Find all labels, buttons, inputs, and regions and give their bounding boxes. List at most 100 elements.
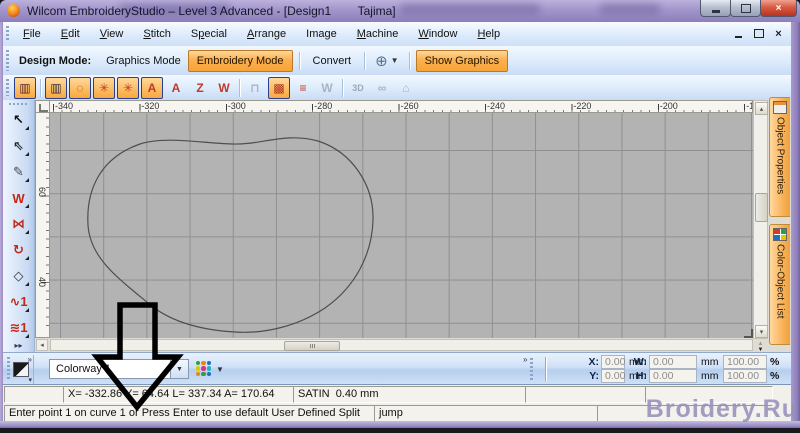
scale-h-input[interactable]: 100.00: [723, 369, 767, 383]
mdi-restore-button[interactable]: [750, 26, 767, 41]
mdi-close-button[interactable]: ×: [770, 26, 787, 41]
select-tool[interactable]: ↖: [7, 107, 31, 133]
maximize-button[interactable]: [730, 0, 761, 17]
separator: [545, 357, 546, 381]
basket-icon: ⌂: [395, 77, 417, 99]
h-input[interactable]: 0.00: [649, 369, 697, 383]
maximize-icon: [741, 4, 751, 13]
ruler-origin-box[interactable]: [35, 100, 50, 113]
menu-arrange[interactable]: Arrange: [237, 25, 296, 43]
toolbar-grip[interactable]: [9, 103, 28, 105]
scroll-down-button[interactable]: ▾: [755, 325, 768, 338]
tab-object-properties[interactable]: Object Properties: [769, 97, 790, 217]
toolbar-grip[interactable]: [6, 79, 9, 97]
toolbar-separator: [239, 79, 240, 97]
show-graphics-button[interactable]: Show Graphics: [416, 50, 509, 72]
menu-items: FileEditViewStitchSpecialArrangeImageMac…: [13, 25, 510, 43]
status-prompt: Enter point 1 on curve 1 or Press Enter …: [4, 405, 380, 422]
scroll-left-button[interactable]: ◂: [36, 339, 48, 351]
ruler-label: -260: [401, 101, 419, 111]
menu-machine[interactable]: Machine: [347, 25, 409, 43]
background-color-icon[interactable]: [13, 362, 29, 377]
design-curve[interactable]: [88, 138, 373, 332]
input-a-icon[interactable]: ▥: [45, 77, 67, 99]
triple-run-tool[interactable]: ≋1: [7, 315, 31, 341]
horizontal-scrollbar[interactable]: [50, 339, 753, 351]
menu-edit[interactable]: Edit: [51, 25, 90, 43]
wave-stitch-icon[interactable]: W: [213, 77, 235, 99]
window-title: Wilcom EmbroideryStudio – Level 3 Advanc…: [27, 4, 396, 18]
chevron-right-icon[interactable]: »: [28, 355, 32, 364]
chevron-down-icon: ▼: [391, 56, 399, 65]
background-blur: [600, 4, 660, 14]
closed-object-tool[interactable]: ⋈: [7, 211, 31, 237]
zigzag-stitch-icon[interactable]: Z: [189, 77, 211, 99]
toolbar-grip[interactable]: [6, 50, 9, 70]
convert-button[interactable]: Convert: [306, 51, 359, 71]
background-blur: [400, 4, 540, 14]
graphics-mode-button[interactable]: Graphics Mode: [99, 51, 188, 71]
toolbar-overflow-icon[interactable]: ▸▸: [14, 341, 22, 350]
close-button[interactable]: ×: [760, 0, 797, 17]
motif-fill-icon[interactable]: ◌: [69, 77, 91, 99]
separator: [299, 52, 300, 70]
design-canvas[interactable]: [50, 113, 753, 338]
colorway-value: Colorway 1: [56, 363, 111, 375]
combobox-dropdown-icon[interactable]: ▼: [170, 360, 188, 378]
run-stitch-tool[interactable]: ∿1: [7, 289, 31, 315]
h-unit: mm: [697, 370, 723, 382]
x-input[interactable]: 0.00: [601, 355, 625, 369]
circle-object-tool[interactable]: ↻: [7, 237, 31, 263]
vertical-scrollbar[interactable]: ▴ ▾: [753, 100, 768, 339]
status-stitch-mode: jump: [374, 405, 603, 422]
vertical-scroll-thumb[interactable]: [755, 193, 768, 222]
lettering-tool[interactable]: W: [7, 185, 31, 211]
design-mode-toolbar: Design Mode: Graphics Mode Embroidery Mo…: [3, 46, 791, 76]
mdi-minimize-icon: [735, 36, 742, 38]
menu-view[interactable]: View: [90, 25, 134, 43]
toolbar-grip[interactable]: [530, 358, 533, 382]
toolbar-grip[interactable]: [7, 357, 10, 381]
reshape-tool[interactable]: ⇖: [7, 133, 31, 159]
minimize-button[interactable]: [700, 0, 731, 17]
scale-w-input[interactable]: 100.00: [723, 355, 767, 369]
tab-color-object-list[interactable]: Color-Object List: [769, 224, 790, 345]
menu-image[interactable]: Image: [296, 25, 347, 43]
colorway-toolbar: » ▾ Colorway 1 ▼ ▼ » X: 0.00 mm W: 0.00 …: [3, 352, 791, 385]
window-border-right: [791, 22, 800, 421]
menu-special[interactable]: Special: [181, 25, 237, 43]
colorway-palette-button[interactable]: [195, 360, 212, 377]
input-c-icon[interactable]: ▥: [14, 77, 36, 99]
toolbar-overflow-icon[interactable]: ▾: [28, 376, 32, 384]
mdi-minimize-button[interactable]: [730, 26, 747, 41]
complex-fill-tool[interactable]: ◇: [7, 263, 31, 289]
status-pane-blank: [525, 386, 651, 403]
menu-window[interactable]: Window: [408, 25, 467, 43]
scale-h-percent: %: [767, 370, 781, 382]
menu-help[interactable]: Help: [467, 25, 510, 43]
line-stitch-icon[interactable]: ≡: [292, 77, 314, 99]
palette-color-dot: [201, 361, 205, 365]
outline-a-icon[interactable]: A: [165, 77, 187, 99]
fill-a-icon[interactable]: A: [141, 77, 163, 99]
pattern-fill-icon[interactable]: ▩: [268, 77, 290, 99]
minimize-icon: [712, 10, 720, 13]
fan-stitch-2-icon[interactable]: ✳: [117, 77, 139, 99]
fan-stitch-icon[interactable]: ✳: [93, 77, 115, 99]
measure-tool[interactable]: ✎: [7, 159, 31, 185]
toolbar-grip[interactable]: [6, 26, 9, 43]
w-input[interactable]: 0.00: [649, 355, 697, 369]
hoop-globe-button[interactable]: ⊕ ▼: [371, 50, 403, 72]
y-input[interactable]: 0.00: [601, 369, 625, 383]
chevron-right-icon[interactable]: »: [523, 355, 527, 364]
chevron-down-icon[interactable]: ▼: [216, 365, 224, 374]
scroll-up-button[interactable]: ▴: [755, 102, 768, 115]
colorway-select[interactable]: Colorway 1 ▼: [49, 359, 189, 379]
embroidery-mode-button[interactable]: Embroidery Mode: [188, 50, 293, 72]
app-flame-icon: [7, 4, 20, 17]
status-pane-blank: [4, 386, 70, 403]
horizontal-scroll-thumb[interactable]: [284, 341, 340, 351]
menu-file[interactable]: File: [13, 25, 51, 43]
menu-stitch[interactable]: Stitch: [133, 25, 181, 43]
palette-color-dot: [196, 372, 200, 376]
